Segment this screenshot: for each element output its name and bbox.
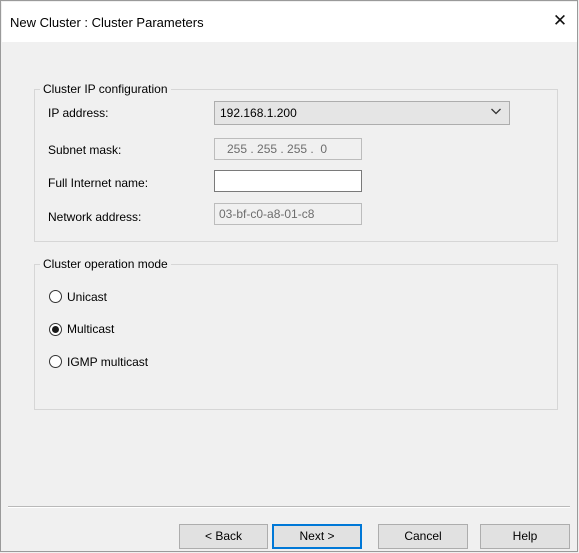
ip-config-legend: Cluster IP configuration — [40, 82, 171, 97]
radio-selected-dot — [52, 326, 59, 333]
ip-address-label: IP address: — [48, 106, 109, 120]
cancel-button[interactable]: Cancel — [378, 524, 468, 549]
unicast-label[interactable]: Unicast — [67, 290, 107, 304]
next-button[interactable]: Next > — [272, 524, 362, 549]
footer-separator-highlight — [8, 507, 570, 508]
ip-address-dropdown[interactable]: 192.168.1.200 — [214, 101, 510, 125]
multicast-radio[interactable] — [49, 323, 62, 336]
ip-address-value: 192.168.1.200 — [220, 106, 297, 120]
full-internet-name-input[interactable] — [214, 170, 362, 192]
close-icon[interactable]: ✕ — [547, 10, 573, 34]
network-address-label: Network address: — [48, 210, 142, 224]
igmp-multicast-label[interactable]: IGMP multicast — [67, 355, 148, 369]
help-button[interactable]: Help — [480, 524, 570, 549]
unicast-radio[interactable] — [49, 290, 62, 303]
chevron-down-icon[interactable] — [490, 105, 502, 117]
back-button[interactable]: < Back — [179, 524, 268, 549]
title-bar: New Cluster : Cluster Parameters ✕ — [2, 2, 577, 42]
network-address-value: 03-bf-c0-a8-01-c8 — [219, 207, 315, 221]
full-internet-name-label: Full Internet name: — [48, 176, 149, 190]
subnet-mask-label: Subnet mask: — [48, 143, 122, 157]
operation-mode-group: Cluster operation mode — [34, 257, 558, 410]
subnet-mask-value: 255 . 255 . 255 . 0 — [227, 142, 328, 156]
network-address-field: 03-bf-c0-a8-01-c8 — [214, 203, 362, 225]
multicast-label[interactable]: Multicast — [67, 322, 114, 336]
subnet-mask-field: 255 . 255 . 255 . 0 — [214, 138, 362, 160]
window-title: New Cluster : Cluster Parameters — [10, 15, 204, 30]
operation-mode-legend: Cluster operation mode — [40, 257, 171, 272]
igmp-multicast-radio[interactable] — [49, 355, 62, 368]
